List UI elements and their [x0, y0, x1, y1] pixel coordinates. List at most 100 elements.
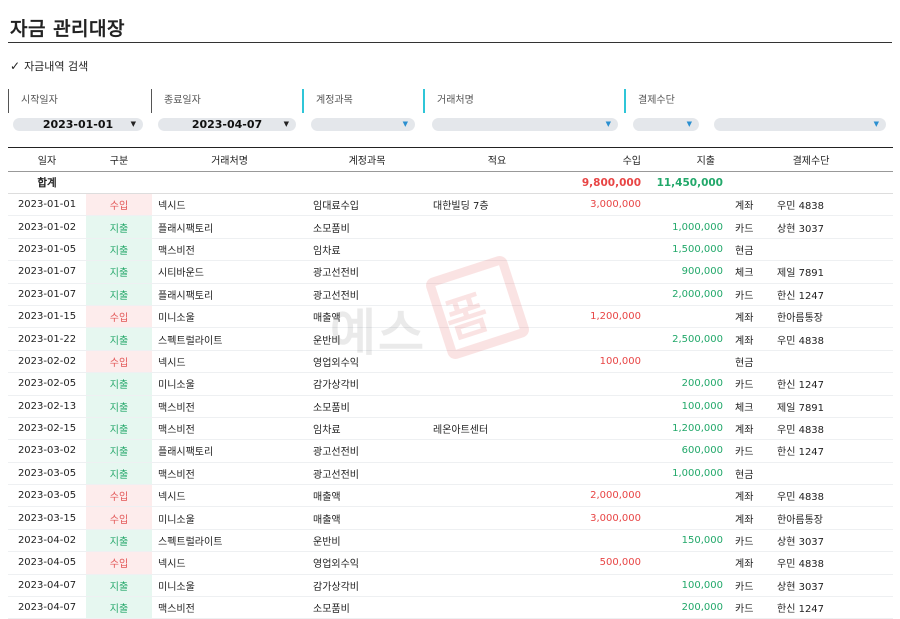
header-type: 구분 [86, 147, 152, 172]
account-select[interactable]: ▼ [311, 118, 415, 131]
row-date: 2023-01-07 [8, 260, 86, 284]
row-income [567, 260, 647, 284]
table-row[interactable]: 2023-02-05 지출 미니소울 감가상각비 200,000 카드 한신 1247 [8, 372, 893, 396]
table-row[interactable]: 2023-01-07 지출 플래시팩토리 광고선전비 2,000,000 카드 한신 124… [8, 283, 893, 306]
row-memo [427, 350, 567, 374]
row-payment-detail: 우민 4838 [771, 327, 893, 351]
table-row[interactable]: 2023-03-15 수입 미니소울 매출액 3,000,000 계좌 한아름통장 [8, 506, 893, 530]
row-date: 2023-03-05 [8, 484, 86, 508]
row-date: 2023-04-02 [8, 529, 86, 553]
search-section-label: 자금내역 검색 [24, 60, 89, 73]
row-income [567, 529, 647, 553]
row-memo [427, 372, 567, 396]
row-income [567, 417, 647, 441]
row-payment-detail: 한신 1247 [771, 372, 893, 396]
row-type: 수입 [86, 484, 152, 508]
row-payment-method: 계좌 [729, 305, 771, 329]
row-account: 임차료 [307, 417, 427, 441]
row-date: 2023-02-13 [8, 395, 86, 418]
table-row[interactable]: 2023-01-22 지출 스펙트럴라이트 운반비 2,500,000 계좌 우민 4838 [8, 327, 893, 351]
table-row[interactable]: 2023-03-05 수입 넥시드 매출액 2,000,000 계좌 우민 4838 [8, 484, 893, 508]
row-date: 2023-01-15 [8, 305, 86, 329]
table-row[interactable]: 2023-04-07 지출 미니소울 감가상각비 100,000 카드 상현 3037 [8, 574, 893, 598]
row-account: 운반비 [307, 327, 427, 351]
row-expense [647, 193, 729, 217]
table-row[interactable]: 2023-03-02 지출 플래시팩토리 광고선전비 600,000 카드 한신 1247 [8, 439, 893, 463]
row-payment-method: 카드 [729, 215, 771, 239]
row-payment-detail [771, 462, 893, 486]
row-memo [427, 327, 567, 351]
row-account: 소모품비 [307, 395, 427, 418]
row-vendor: 맥스비전 [152, 238, 307, 262]
ledger-table: 일자 구분 거래처명 계정과목 적요 수입 지출 결제수단 합계 9,800,0… [8, 147, 893, 619]
row-vendor: 맥스비전 [152, 417, 307, 441]
row-payment-method: 계좌 [729, 551, 771, 575]
table-row[interactable]: 2023-02-15 지출 맥스비전 임차료 레온아트센터 1,200,000 계좌 우민 4… [8, 417, 893, 441]
table-row[interactable]: 2023-02-02 수입 넥시드 영업외수익 100,000 현금 [8, 350, 893, 374]
row-income [567, 462, 647, 486]
account-label: 계정과목 [302, 89, 412, 113]
table-row[interactable]: 2023-04-07 지출 맥스비전 소모품비 200,000 카드 한신 1247 [8, 596, 893, 619]
row-payment-method: 카드 [729, 529, 771, 553]
row-account: 소모품비 [307, 596, 427, 619]
end-date-label: 종료일자 [151, 89, 291, 113]
row-expense: 900,000 [647, 260, 729, 284]
summary-expense: 11,450,000 [647, 171, 729, 194]
row-payment-method: 계좌 [729, 193, 771, 217]
row-payment-detail [771, 350, 893, 374]
row-type: 수입 [86, 551, 152, 575]
triangle-down-icon: ▼ [130, 120, 136, 128]
table-row[interactable]: 2023-04-02 지출 스펙트럴라이트 운반비 150,000 카드 상현 3037 [8, 529, 893, 553]
row-vendor: 미니소울 [152, 574, 307, 598]
row-payment-detail: 한신 1247 [771, 596, 893, 619]
row-expense: 1,000,000 [647, 462, 729, 486]
row-date: 2023-03-15 [8, 506, 86, 530]
row-payment-detail: 제일 7891 [771, 260, 893, 284]
row-payment-detail [771, 238, 893, 262]
row-memo [427, 484, 567, 508]
row-vendor: 넥시드 [152, 193, 307, 217]
start-date-select[interactable]: 2023-01-01 ▼ [13, 118, 143, 131]
table-row[interactable]: 2023-03-05 지출 맥스비전 광고선전비 1,000,000 현금 [8, 462, 893, 486]
row-memo [427, 305, 567, 329]
start-date-value: 2023-01-01 [42, 118, 114, 131]
row-payment-detail: 한아름통장 [771, 506, 893, 530]
table-row[interactable]: 2023-01-07 지출 시티바운드 광고선전비 900,000 체크 제일 7891 [8, 260, 893, 284]
row-payment-detail: 상현 3037 [771, 215, 893, 239]
row-account: 임대료수입 [307, 193, 427, 217]
payment-detail-select[interactable]: ▼ [714, 118, 886, 131]
start-date-label: 시작일자 [8, 89, 138, 113]
row-payment-method: 체크 [729, 395, 771, 418]
row-memo [427, 215, 567, 239]
table-row[interactable]: 2023-01-15 수입 미니소울 매출액 1,200,000 계좌 한아름통장 [8, 305, 893, 329]
row-account: 감가상각비 [307, 372, 427, 396]
row-account: 영업외수익 [307, 350, 427, 374]
end-date-select[interactable]: 2023-04-07 ▼ [158, 118, 296, 131]
vendor-select[interactable]: ▼ [432, 118, 618, 131]
row-expense: 2,500,000 [647, 327, 729, 351]
table-row[interactable]: 2023-01-01 수입 넥시드 임대료수입 대한빌딩 7층 3,000,000 계좌 우민… [8, 193, 893, 217]
row-memo [427, 238, 567, 262]
row-income [567, 238, 647, 262]
row-memo: 대한빌딩 7층 [427, 193, 567, 217]
table-row[interactable]: 2023-01-02 지출 플래시팩토리 소모품비 1,000,000 카드 상현 3037 [8, 215, 893, 239]
row-date: 2023-01-01 [8, 193, 86, 217]
row-date: 2023-04-05 [8, 551, 86, 575]
payment-type-select[interactable]: ▼ [633, 118, 699, 131]
table-row[interactable]: 2023-01-05 지출 맥스비전 임차료 1,500,000 현금 [8, 238, 893, 262]
row-vendor: 플래시팩토리 [152, 439, 307, 463]
row-payment-method: 계좌 [729, 417, 771, 441]
row-expense: 1,500,000 [647, 238, 729, 262]
row-vendor: 스펙트럴라이트 [152, 529, 307, 553]
row-type: 지출 [86, 238, 152, 262]
row-expense: 100,000 [647, 574, 729, 598]
table-row[interactable]: 2023-02-13 지출 맥스비전 소모품비 100,000 체크 제일 7891 [8, 395, 893, 418]
row-type: 지출 [86, 283, 152, 306]
row-payment-method: 계좌 [729, 506, 771, 530]
ledger-table-container: 일자 구분 거래처명 계정과목 적요 수입 지출 결제수단 합계 9,800,0… [8, 147, 893, 619]
page-title: 자금 관리대장 [10, 18, 125, 40]
row-vendor: 넥시드 [152, 484, 307, 508]
row-account: 매출액 [307, 305, 427, 329]
table-row[interactable]: 2023-04-05 수입 넥시드 영업외수익 500,000 계좌 우민 4838 [8, 551, 893, 575]
row-vendor: 플래시팩토리 [152, 215, 307, 239]
